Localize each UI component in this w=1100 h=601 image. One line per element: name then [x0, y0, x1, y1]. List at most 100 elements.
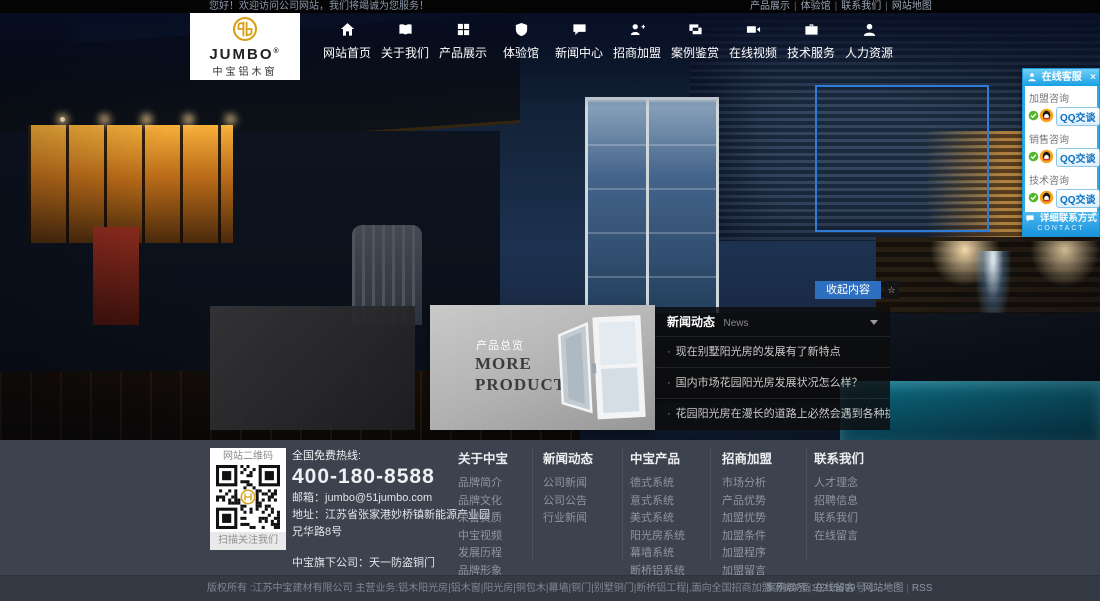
footer-link[interactable]: 发展历程	[458, 545, 508, 563]
topbar-link[interactable]: 联系我们	[841, 1, 881, 12]
footer-link[interactable]: 行业新闻	[543, 510, 593, 528]
footer-column-divider	[710, 448, 711, 560]
collapse-aux-button[interactable]: ☆	[884, 281, 899, 299]
footer-link[interactable]: 加盟优势	[722, 510, 777, 528]
close-icon[interactable]: ×	[1090, 69, 1096, 86]
online-service-widget: 在线客服 × 加盟咨询QQ交谈销售咨询QQ交谈技术咨询QQ交谈 详细联系方式 C…	[1022, 68, 1100, 237]
footer-link[interactable]: 产品优势	[722, 493, 777, 511]
footer-column-3: 中宝产品德式系统意式系统美式系统阳光房系统幕墙系统断桥铝系统	[630, 448, 685, 580]
bottombar-link[interactable]: 在线留言	[815, 583, 855, 594]
person-icon	[840, 22, 898, 39]
topbar-link[interactable]: 体验馆	[801, 1, 831, 12]
home-icon	[318, 22, 376, 39]
topbar-link[interactable]: 产品展示	[750, 1, 790, 12]
footer-link[interactable]: 公司公告	[543, 493, 593, 511]
footer-link[interactable]: 招聘信息	[814, 493, 864, 511]
topbar-links: 产品展示|体验馆|联系我们|网站地图	[748, 0, 934, 13]
nav-item-9[interactable]: 技术服务	[782, 22, 840, 61]
footer-link[interactable]: 意式系统	[630, 493, 685, 511]
footer-link[interactable]: 市场分析	[722, 475, 777, 493]
page: 您好！欢迎访问公司网站，我们将竭诚为您服务！ 产品展示|体验馆|联系我们|网站地…	[0, 0, 1100, 601]
brand-monogram-icon	[232, 16, 258, 42]
nav-item-2[interactable]: 关于我们	[376, 22, 434, 61]
footer-column-title: 关于中宝	[458, 448, 508, 467]
nav-item-8[interactable]: 在线视频	[724, 22, 782, 61]
contact-detail-button[interactable]: 详细联系方式 CONTACT	[1023, 212, 1099, 236]
chevron-down-icon[interactable]	[870, 320, 878, 325]
footer-link[interactable]: 公司新闻	[543, 475, 593, 493]
footer-link[interactable]: 联系我们	[814, 510, 864, 528]
footer-column-title: 新闻动态	[543, 448, 593, 467]
chat-bubble-icon	[1025, 214, 1035, 223]
online-status-icon	[1028, 192, 1039, 206]
collapse-content-button[interactable]: 收起内容	[815, 281, 881, 299]
qq-group-label: 加盟咨询	[1028, 88, 1094, 106]
footer: 网站二维码 扫描关注我们 全国免费热线: 400-180-8588 邮箱：jum…	[0, 440, 1100, 575]
chat-icon	[550, 22, 608, 39]
separator: |	[835, 1, 838, 12]
separator: |	[906, 583, 909, 594]
nav-item-label: 产品展示	[434, 44, 492, 61]
online-service-header: 在线客服 ×	[1023, 69, 1099, 86]
qq-chat-button[interactable]: QQ交谈	[1056, 189, 1100, 208]
footer-link[interactable]: 品牌文化	[458, 493, 508, 511]
products-panel[interactable]: 产品总览 MORE PRODUCTS	[430, 305, 655, 430]
footer-column-divider	[532, 448, 533, 560]
footer-link[interactable]: 品牌简介	[458, 475, 508, 493]
footer-link[interactable]: 阳光房系统	[630, 528, 685, 546]
main-nav: 网站首页关于我们产品展示体验馆新闻中心招商加盟案例鉴赏在线视频技术服务人力资源	[0, 13, 1100, 79]
video-icon	[724, 22, 782, 39]
nav-item-10[interactable]: 人力资源	[840, 22, 898, 61]
footer-link[interactable]: 德式系统	[630, 475, 685, 493]
separator: |	[794, 1, 797, 12]
footer-link[interactable]: 在线留言	[814, 528, 864, 546]
footer-column-divider	[622, 448, 623, 560]
news-item[interactable]: 现在别墅阳光房的发展有了新特点	[655, 336, 890, 367]
qq-penguin-icon	[1039, 190, 1054, 208]
logo-subtitle: 中宝铝木窗	[213, 63, 278, 78]
footer-link[interactable]: 加盟条件	[722, 528, 777, 546]
qq-chat-button[interactable]: QQ交谈	[1056, 148, 1100, 167]
separator: |	[885, 1, 888, 12]
topbar-link[interactable]: 网站地图	[892, 1, 932, 12]
bottombar-link[interactable]: RSS	[912, 583, 933, 594]
footer-column-title: 联系我们	[814, 448, 864, 467]
bottombar-link[interactable]: 案例展示	[766, 583, 806, 594]
welcome-text: 您好！欢迎访问公司网站，我们将竭诚为您服务！	[209, 0, 429, 13]
grid-icon	[434, 22, 492, 39]
footer-link[interactable]: 人才理念	[814, 475, 864, 493]
nav-item-6[interactable]: 招商加盟	[608, 22, 666, 61]
footer-link[interactable]: 加盟程序	[722, 545, 777, 563]
nav-item-label: 网站首页	[318, 44, 376, 61]
nav-item-3[interactable]: 产品展示	[434, 22, 492, 61]
window-product-image	[556, 311, 650, 423]
online-service-body: 加盟咨询QQ交谈销售咨询QQ交谈技术咨询QQ交谈	[1023, 86, 1099, 212]
bottombar-link[interactable]: 网站地图	[863, 583, 903, 594]
news-panel: 新闻动态 News 现在别墅阳光房的发展有了新特点国内市场花园阳光房发展状况怎么…	[655, 307, 890, 430]
book-icon	[376, 22, 434, 39]
shield-icon	[492, 22, 550, 39]
footer-link[interactable]: 美式系统	[630, 510, 685, 528]
news-item[interactable]: 花园阳光房在漫长的道路上必然会遇到各种挑战	[655, 398, 890, 429]
news-item[interactable]: 国内市场花园阳光房发展状况怎么样？	[655, 367, 890, 398]
footer-link[interactable]: 荣誉资质	[458, 510, 508, 528]
online-status-icon	[1028, 110, 1039, 124]
nav-item-label: 新闻中心	[550, 44, 608, 61]
bottombar: 版权所有 :江苏中宝建材有限公司 主营业务:铝木阳光房|铝木窗|阳光房|铜包木|…	[0, 575, 1100, 601]
qq-row: QQ交谈	[1028, 107, 1094, 126]
footer-link[interactable]: 中宝视频	[458, 528, 508, 546]
nav-item-5[interactable]: 新闻中心	[550, 22, 608, 61]
nav-item-7[interactable]: 案例鉴赏	[666, 22, 724, 61]
nav-item-label: 技术服务	[782, 44, 840, 61]
nav-item-1[interactable]: 网站首页	[318, 22, 376, 61]
bottombar-links: 案例展示|在线留言|网站地图|RSS	[763, 576, 935, 601]
qq-chat-button[interactable]: QQ交谈	[1056, 107, 1100, 126]
nav-item-4[interactable]: 体验馆	[492, 22, 550, 61]
online-service-title: 在线客服	[1042, 72, 1082, 83]
logo[interactable]: JUMBO® 中宝铝木窗	[190, 13, 300, 80]
contact-detail-label: 详细联系方式	[1023, 212, 1099, 225]
nav-item-label: 招商加盟	[608, 44, 666, 61]
footer-link[interactable]: 幕墙系统	[630, 545, 685, 563]
separator: |	[858, 583, 861, 594]
footer-column-1: 关于中宝品牌简介品牌文化荣誉资质中宝视频发展历程品牌形象	[458, 448, 508, 580]
